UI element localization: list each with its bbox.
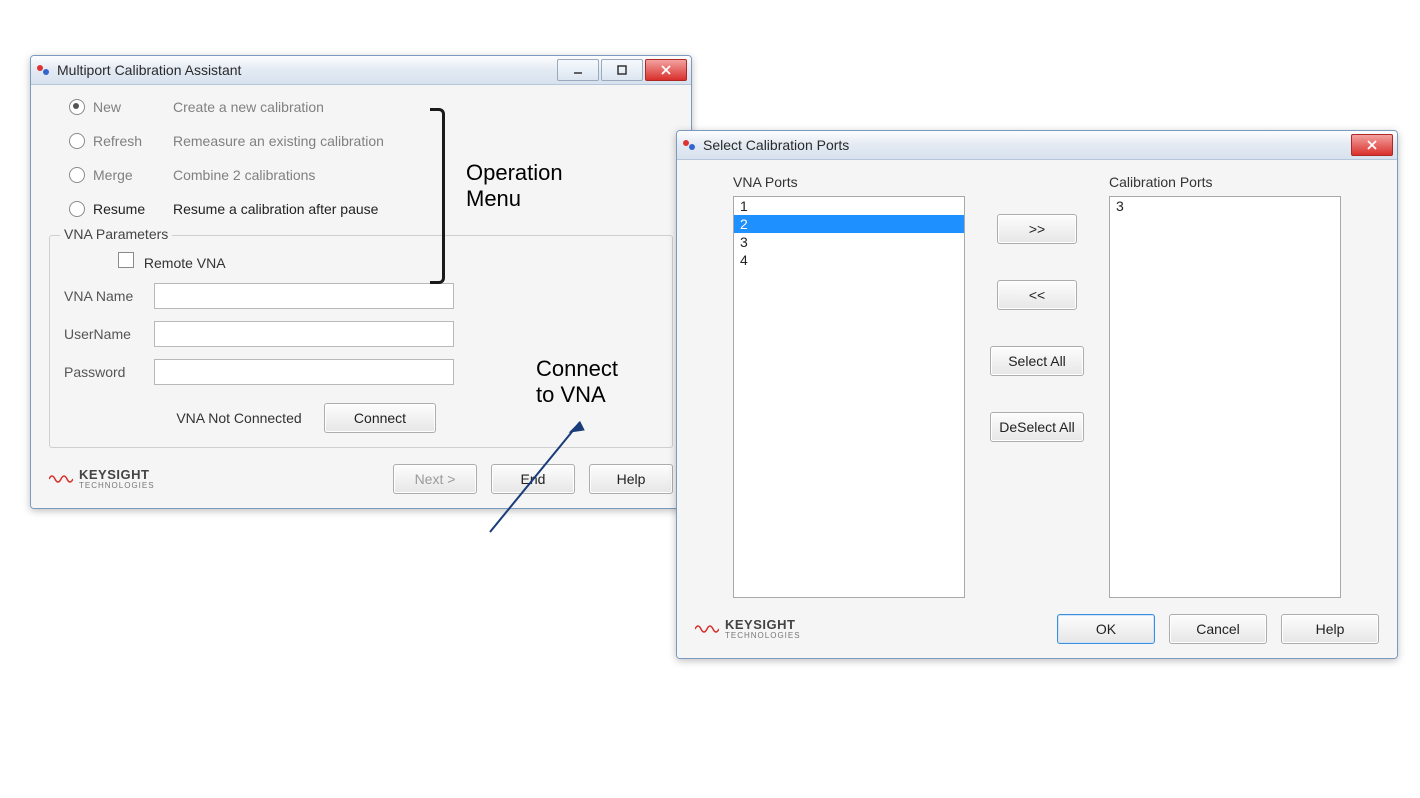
close-button[interactable]: [1351, 134, 1393, 156]
select-cal-ports-window: Select Calibration Ports VNA Ports 1 2 3…: [676, 130, 1398, 659]
deselect-all-button[interactable]: DeSelect All: [990, 412, 1084, 442]
op-merge[interactable]: Merge Combine 2 calibrations: [69, 167, 673, 183]
window-title: Multiport Calibration Assistant: [57, 62, 557, 78]
password-label: Password: [64, 364, 154, 380]
cal-ports-column: Calibration Ports 3: [1109, 174, 1341, 598]
mover-column: >> << Select All DeSelect All: [987, 174, 1087, 598]
cal-ports-listbox[interactable]: 3: [1109, 196, 1341, 598]
app-icon: [681, 137, 697, 153]
op-merge-desc: Combine 2 calibrations: [173, 167, 315, 183]
group-legend: VNA Parameters: [60, 226, 172, 242]
annotation-connect-to-vna: Connect to VNA: [536, 356, 618, 409]
keysight-logo: KEYSIGHT TECHNOLOGIES: [49, 468, 155, 490]
op-resume-desc: Resume a calibration after pause: [173, 201, 378, 217]
logo-text: KEYSIGHT: [79, 468, 155, 481]
cal-ports-label: Calibration Ports: [1109, 174, 1341, 190]
vna-ports-listbox[interactable]: 1 2 3 4: [733, 196, 965, 598]
annotation-operation-menu: Operation Menu: [466, 160, 563, 213]
logo-text: KEYSIGHT: [725, 618, 801, 631]
app-icon: [35, 62, 51, 78]
op-refresh-label: Refresh: [93, 133, 167, 149]
list-item[interactable]: 1: [734, 197, 964, 215]
remote-vna-label: Remote VNA: [144, 255, 226, 271]
password-input[interactable]: [154, 359, 454, 385]
logo-subtext: TECHNOLOGIES: [725, 631, 801, 640]
vna-ports-column: VNA Ports 1 2 3 4: [733, 174, 965, 598]
window-title: Select Calibration Ports: [703, 137, 1351, 153]
op-refresh-desc: Remeasure an existing calibration: [173, 133, 384, 149]
radio-icon: [69, 133, 85, 149]
titlebar[interactable]: Multiport Calibration Assistant: [31, 56, 691, 85]
list-item[interactable]: 3: [1110, 197, 1340, 215]
list-item[interactable]: 2: [734, 215, 964, 233]
vna-name-label: VNA Name: [64, 288, 154, 304]
list-item[interactable]: 4: [734, 251, 964, 269]
select-all-button[interactable]: Select All: [990, 346, 1084, 376]
list-item[interactable]: 3: [734, 233, 964, 251]
connect-button[interactable]: Connect: [324, 403, 436, 433]
minimize-button[interactable]: [557, 59, 599, 81]
help-button[interactable]: Help: [1281, 614, 1379, 644]
op-new-label: New: [93, 99, 167, 115]
arrow-icon: [480, 412, 590, 542]
radio-icon: [69, 167, 85, 183]
username-label: UserName: [64, 326, 154, 342]
vna-status: VNA Not Connected: [154, 410, 324, 426]
bracket-annotation: [430, 108, 445, 284]
move-right-button[interactable]: >>: [997, 214, 1077, 244]
op-refresh[interactable]: Refresh Remeasure an existing calibratio…: [69, 133, 673, 149]
next-button[interactable]: Next >: [393, 464, 477, 494]
op-new-desc: Create a new calibration: [173, 99, 324, 115]
logo-subtext: TECHNOLOGIES: [79, 481, 155, 490]
remote-vna-checkbox[interactable]: [118, 252, 134, 268]
radio-icon: [69, 99, 85, 115]
vna-name-input[interactable]: [154, 283, 454, 309]
username-input[interactable]: [154, 321, 454, 347]
move-left-button[interactable]: <<: [997, 280, 1077, 310]
help-button[interactable]: Help: [589, 464, 673, 494]
vna-ports-label: VNA Ports: [733, 174, 965, 190]
op-new[interactable]: New Create a new calibration: [69, 99, 673, 115]
ok-button[interactable]: OK: [1057, 614, 1155, 644]
maximize-button[interactable]: [601, 59, 643, 81]
op-merge-label: Merge: [93, 167, 167, 183]
op-resume[interactable]: Resume Resume a calibration after pause: [69, 201, 673, 217]
op-resume-label: Resume: [93, 201, 167, 217]
close-button[interactable]: [645, 59, 687, 81]
titlebar[interactable]: Select Calibration Ports: [677, 131, 1397, 160]
keysight-logo: KEYSIGHT TECHNOLOGIES: [695, 618, 801, 640]
cancel-button[interactable]: Cancel: [1169, 614, 1267, 644]
radio-icon: [69, 201, 85, 217]
multiport-cal-window: Multiport Calibration Assistant New Crea…: [30, 55, 692, 509]
